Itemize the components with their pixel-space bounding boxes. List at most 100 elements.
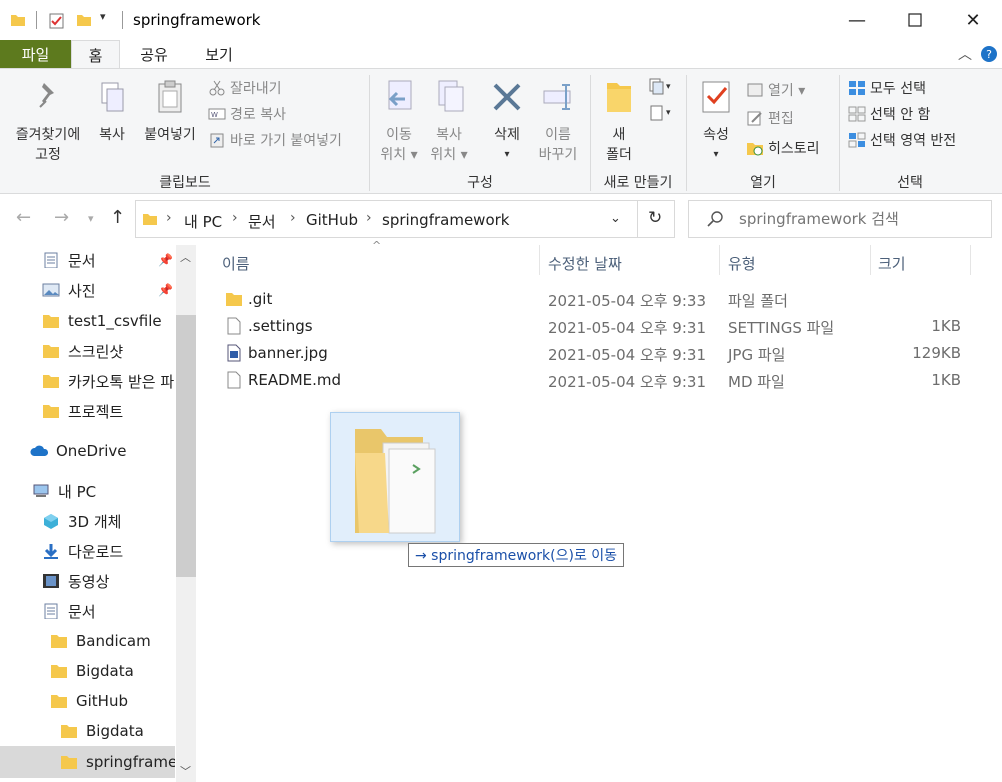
nav-item-project[interactable]: 프로젝트 <box>0 396 175 426</box>
nav-item-3d-objects[interactable]: 3D 개체 <box>0 506 175 536</box>
quick-access-dropdown-icon[interactable]: ▾ <box>100 10 106 23</box>
tab-file[interactable]: 파일 <box>0 40 71 68</box>
tab-share[interactable]: 공유 <box>125 40 183 68</box>
navpane-scrollbar[interactable]: ︿ ﹀ <box>176 245 196 782</box>
clipboard-icon <box>158 80 182 113</box>
nav-item-documents[interactable]: 문서 <box>0 596 175 626</box>
folder-icon <box>226 293 242 306</box>
refresh-icon[interactable]: ↻ <box>648 208 662 228</box>
nav-item-onedrive[interactable]: OneDrive <box>0 436 175 466</box>
breadcrumb-this-pc[interactable]: 내 PC <box>184 211 222 232</box>
help-icon[interactable]: ? <box>980 45 998 63</box>
breadcrumb-separator-icon[interactable]: › <box>232 210 238 226</box>
column-divider[interactable] <box>970 245 971 275</box>
nav-item-kakaotalk[interactable]: 카카오톡 받은 파 <box>0 366 175 396</box>
up-arrow-icon[interactable]: ↑ <box>110 207 125 228</box>
copy-button[interactable]: 복사 <box>92 79 132 145</box>
scroll-down-icon[interactable]: ﹀ <box>180 763 191 779</box>
nav-item-screenshots[interactable]: 스크린샷 <box>0 336 175 366</box>
edit-button[interactable]: 편집 <box>746 107 794 129</box>
properties-label: 속성 <box>703 127 729 143</box>
nav-item-documents-pinned[interactable]: 문서 <box>0 245 175 275</box>
pin-to-quick-access-button[interactable]: 즐겨찾기에 고정 <box>6 79 90 165</box>
pin-label-2: 고정 <box>35 147 61 163</box>
breadcrumb-documents[interactable]: 문서 <box>248 211 276 232</box>
maximize-button[interactable] <box>886 0 944 40</box>
new-folder-quick-icon[interactable] <box>76 12 92 28</box>
recent-locations-icon[interactable]: ▾ <box>88 212 94 225</box>
nav-item-github[interactable]: GitHub <box>0 686 175 716</box>
breadcrumb-separator-icon[interactable]: › <box>290 210 296 226</box>
folder-icon <box>51 695 67 708</box>
window-title: springframework <box>133 11 261 29</box>
nav-item-bigdata[interactable]: Bigdata <box>0 656 175 686</box>
select-group-label: 선택 <box>897 175 923 191</box>
properties-button[interactable]: 속성 ▾ <box>694 79 738 165</box>
address-dropdown-icon[interactable]: ⌄ <box>610 211 621 226</box>
search-box[interactable] <box>688 200 992 238</box>
properties-check-icon[interactable] <box>48 12 66 30</box>
history-button[interactable]: 히스토리 <box>746 137 820 159</box>
easy-access-icon[interactable]: ▾ <box>648 103 676 123</box>
breadcrumb-separator-icon[interactable]: › <box>366 210 372 226</box>
column-divider[interactable] <box>539 245 540 275</box>
rename-button[interactable]: 이름 바꾸기 <box>530 79 586 165</box>
rename-label-2: 바꾸기 <box>538 147 578 163</box>
open-button[interactable]: 열기 ▾ <box>746 79 805 101</box>
search-input[interactable] <box>739 209 979 229</box>
table-row[interactable]: banner.jpg 2021-05-04 오후 9:31 JPG 파일 129… <box>216 340 976 367</box>
forward-arrow-icon[interactable]: → <box>54 207 69 228</box>
nav-item-github-bigdata[interactable]: Bigdata <box>0 716 175 746</box>
pictures-icon <box>42 283 60 297</box>
properties-dropdown-icon[interactable]: ▾ <box>694 145 738 165</box>
paste-button[interactable]: 붙여넣기 <box>138 79 202 145</box>
minimize-button[interactable]: — <box>828 0 886 40</box>
table-row[interactable]: .git 2021-05-04 오후 9:33 파일 폴더 <box>216 286 976 313</box>
cut-button[interactable]: 잘라내기 <box>208 77 282 99</box>
tab-home[interactable]: 홈 <box>71 40 120 69</box>
breadcrumb-github[interactable]: GitHub <box>306 211 358 229</box>
table-row[interactable]: README.md 2021-05-04 오후 9:31 MD 파일 1KB <box>216 367 976 394</box>
nav-item-test1-csvfile[interactable]: test1_csvfile <box>0 306 175 336</box>
nav-item-bandicam[interactable]: Bandicam <box>0 626 175 656</box>
copy-to-label-2: 위치 ▾ <box>430 147 468 163</box>
address-bar[interactable]: › 내 PC › 문서 › GitHub › springframework ⌄… <box>135 200 675 238</box>
new-folder-button[interactable]: 새 폴더 <box>598 79 640 165</box>
breadcrumb-separator-icon[interactable]: › <box>166 210 172 226</box>
pin-icon <box>39 83 54 108</box>
edit-icon <box>747 111 762 126</box>
column-divider[interactable] <box>719 245 720 275</box>
collapse-ribbon-icon[interactable]: ︿ <box>958 44 972 64</box>
copy-to-label: 복사 <box>436 127 462 143</box>
select-all-button[interactable]: 모두 선택 <box>848 77 926 99</box>
back-arrow-icon[interactable]: ← <box>16 207 31 228</box>
column-divider[interactable] <box>870 245 871 275</box>
copy-to-button[interactable]: 복사 위치 ▾ <box>425 79 473 165</box>
column-header-size[interactable]: 크기 <box>878 253 906 274</box>
nav-item-videos[interactable]: 동영상 <box>0 566 175 596</box>
column-header-name[interactable]: 이름 <box>222 253 250 274</box>
close-button[interactable]: ✕ <box>944 0 1002 40</box>
new-item-icon[interactable]: ▾ <box>648 77 676 97</box>
table-row[interactable]: .settings 2021-05-04 오후 9:31 SETTINGS 파일… <box>216 313 976 340</box>
breadcrumb-springframework[interactable]: springframework <box>382 211 509 229</box>
nav-item-this-pc[interactable]: 내 PC <box>0 476 175 506</box>
scrollbar-thumb[interactable] <box>176 315 196 577</box>
move-to-button[interactable]: 이동 위치 ▾ <box>375 79 423 165</box>
paste-shortcut-button[interactable]: 바로 가기 붙여넣기 <box>208 129 342 151</box>
invert-selection-button[interactable]: 선택 영역 반전 <box>848 129 956 151</box>
copy-path-icon: W <box>208 108 226 120</box>
svg-text:W: W <box>211 111 218 119</box>
nav-item-pictures[interactable]: 사진 <box>0 275 175 305</box>
nav-item-springframework[interactable]: springframework <box>0 746 175 778</box>
divider <box>590 75 591 191</box>
column-header-type[interactable]: 유형 <box>728 253 756 274</box>
nav-item-downloads[interactable]: 다운로드 <box>0 536 175 566</box>
column-header-modified[interactable]: 수정한 날짜 <box>548 253 622 274</box>
select-none-button[interactable]: 선택 안 함 <box>848 103 930 125</box>
delete-dropdown-icon[interactable]: ▾ <box>484 145 530 165</box>
scroll-up-icon[interactable]: ︿ <box>180 249 191 265</box>
tab-view[interactable]: 보기 <box>190 40 248 68</box>
copy-path-button[interactable]: W 경로 복사 <box>208 103 286 125</box>
delete-button[interactable]: 삭제 ▾ <box>484 79 530 165</box>
